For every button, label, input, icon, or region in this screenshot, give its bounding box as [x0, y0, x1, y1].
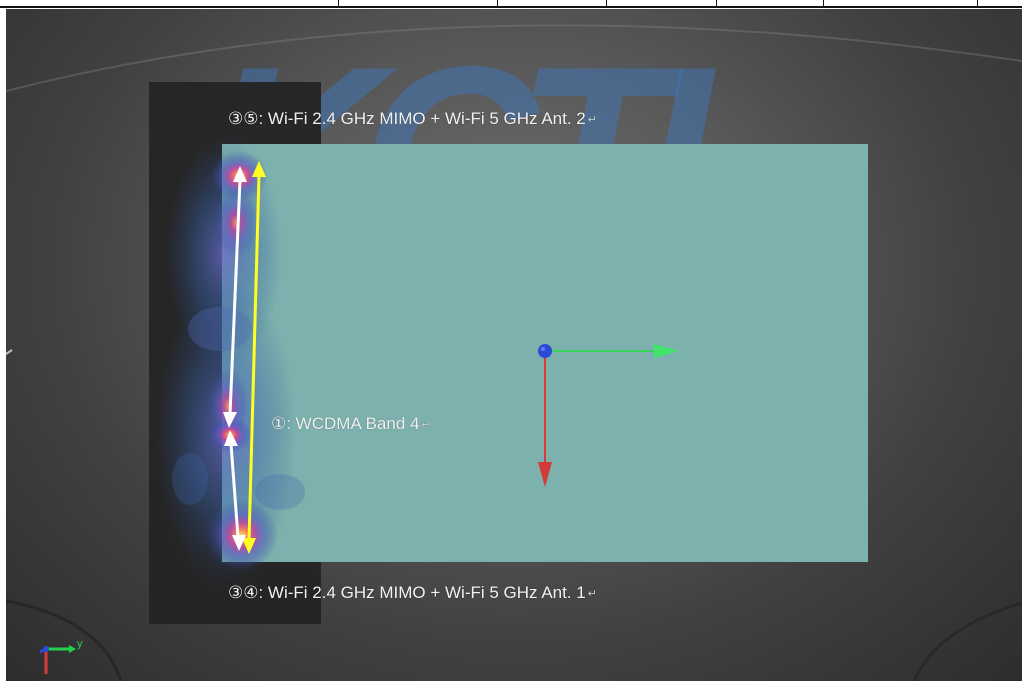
table-divider	[606, 0, 607, 8]
antenna-label-bottom: ③④: Wi-Fi 2.4 GHz MIMO + Wi-Fi 5 GHz Ant…	[228, 583, 597, 604]
table-divider	[338, 0, 339, 8]
return-mark: ↵	[587, 588, 597, 600]
antenna-label-top: ③⑤: Wi-Fi 2.4 GHz MIMO + Wi-Fi 5 GHz Ant…	[228, 109, 597, 130]
return-mark: ↵	[587, 114, 597, 126]
origin-axis-triad	[538, 344, 679, 487]
page: KCTL	[0, 0, 1022, 681]
origin-sphere-icon	[538, 344, 552, 358]
antenna-label-top-text: ③⑤: Wi-Fi 2.4 GHz MIMO + Wi-Fi 5 GHz Ant…	[228, 109, 586, 128]
antenna-label-middle: ①: WCDMA Band 4 ↵	[271, 414, 431, 435]
table-divider	[497, 0, 498, 8]
antenna-label-bottom-text: ③④: Wi-Fi 2.4 GHz MIMO + Wi-Fi 5 GHz Ant…	[228, 583, 586, 602]
table-top-strip	[0, 0, 1022, 8]
table-divider	[716, 0, 717, 8]
antenna-label-middle-text: ①: WCDMA Band 4	[271, 414, 420, 433]
3d-viewport[interactable]: KCTL	[6, 9, 1022, 681]
return-mark: ↵	[421, 419, 431, 431]
table-divider	[977, 0, 978, 8]
table-divider	[823, 0, 824, 8]
coordinate-axis-widget: y	[39, 638, 83, 674]
y-axis-label: y	[77, 638, 83, 650]
sar-heatmap	[156, 136, 305, 589]
